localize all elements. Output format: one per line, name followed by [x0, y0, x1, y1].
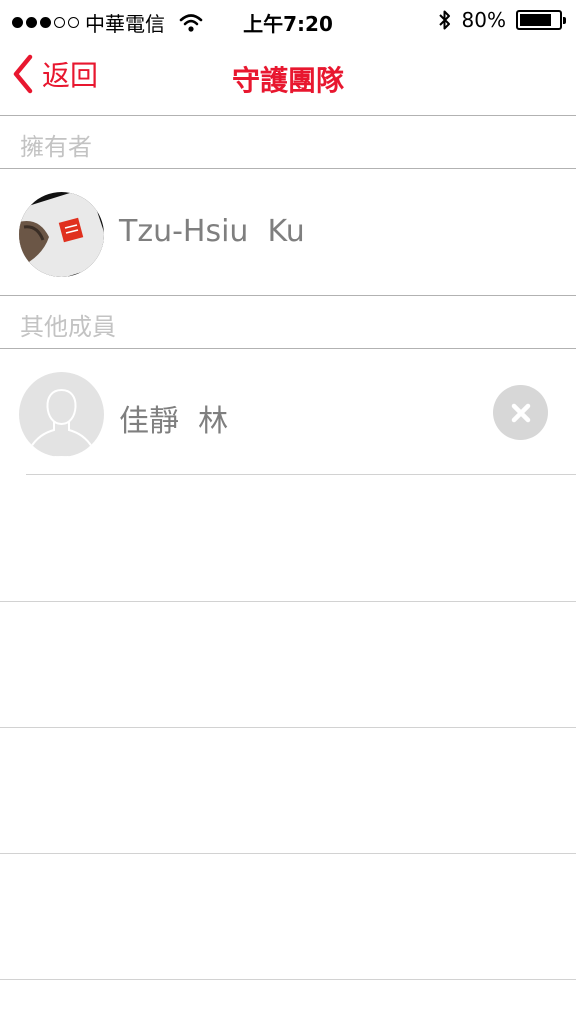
owner-avatar [19, 192, 104, 277]
empty-row-divider [0, 601, 576, 602]
empty-row-divider [0, 853, 576, 854]
section-header-other-members: 其他成員 [0, 297, 576, 349]
right-status-group: 80% [438, 8, 566, 32]
back-label: 返回 [42, 59, 99, 92]
empty-row-divider [0, 727, 576, 728]
close-icon [511, 403, 530, 422]
row-divider [26, 474, 576, 475]
section-header-owner: 擁有者 [0, 117, 576, 169]
navigation-bar: 返回 守護團隊 [0, 40, 576, 116]
status-bar: 中華電信 上午7:20 80% [0, 0, 576, 40]
remove-member-button[interactable] [493, 385, 548, 440]
person-silhouette-icon [19, 372, 104, 457]
bluetooth-icon [438, 10, 450, 30]
member-row[interactable]: 佳靜 林 [0, 350, 576, 475]
chevron-left-icon [13, 54, 33, 94]
owner-photo-icon [19, 192, 104, 277]
member-name: 佳靜 林 [119, 404, 229, 439]
empty-row-divider [0, 979, 576, 980]
owner-row[interactable]: Tzu-Hsiu Ku [0, 170, 576, 296]
member-avatar [19, 372, 104, 457]
battery-icon [516, 10, 566, 30]
battery-percent: 80% [461, 8, 506, 32]
owner-name: Tzu-Hsiu Ku [119, 214, 305, 249]
battery-fill [520, 14, 551, 26]
back-button[interactable]: 返回 [12, 54, 98, 94]
